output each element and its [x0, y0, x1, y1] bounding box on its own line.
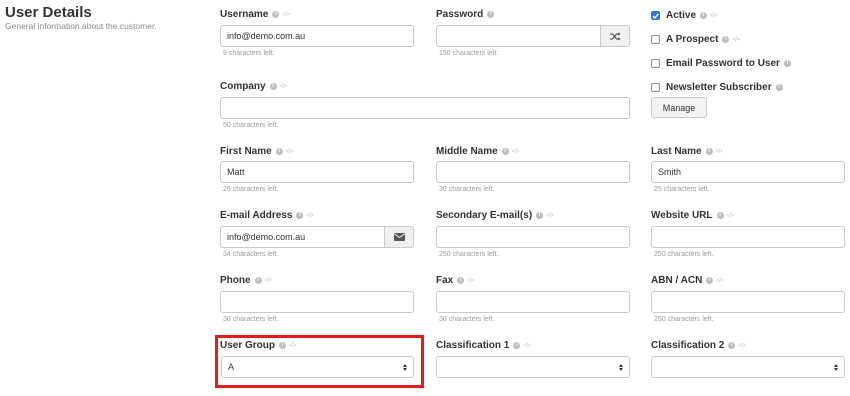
sort-caret-icon — [619, 363, 623, 371]
first-name-label: First Name i </> — [220, 146, 293, 157]
email-password-checkbox-row[interactable]: Email Password to User i — [651, 58, 791, 69]
abn-help: 250 characters left. — [654, 316, 714, 323]
username-label: Username i </> — [220, 9, 290, 20]
section-title: User Details — [5, 4, 92, 21]
first-name-help: 26 characters left. — [223, 186, 279, 193]
middle-name-label: Middle Name i </> — [436, 146, 519, 157]
info-icon[interactable]: i — [275, 148, 283, 155]
company-help: 50 characters left. — [223, 122, 279, 129]
code-icon[interactable]: </> — [710, 13, 718, 19]
secondary-email-label: Secondary E-mail(s) i </> — [436, 210, 554, 221]
code-icon[interactable]: </> — [738, 343, 746, 349]
abn-input[interactable] — [651, 291, 845, 313]
code-icon[interactable]: </> — [306, 213, 314, 219]
info-icon[interactable]: i — [775, 84, 783, 91]
check-icon — [652, 13, 659, 19]
fax-help: 30 characters left. — [439, 316, 495, 323]
code-icon[interactable]: </> — [286, 149, 294, 155]
code-icon[interactable]: </> — [282, 12, 290, 18]
code-icon[interactable]: </> — [727, 213, 735, 219]
info-icon[interactable]: i — [501, 148, 509, 155]
code-icon[interactable]: </> — [289, 343, 297, 349]
prospect-checkbox[interactable] — [651, 35, 660, 44]
info-icon[interactable]: i — [722, 36, 730, 43]
active-checkbox[interactable] — [651, 11, 660, 20]
info-icon[interactable]: i — [728, 342, 736, 349]
info-icon[interactable]: i — [536, 212, 544, 219]
generate-password-button[interactable] — [601, 25, 630, 47]
classification2-select[interactable] — [651, 356, 845, 378]
middle-name-input[interactable] — [436, 161, 630, 183]
password-help: 150 characters left. — [439, 50, 499, 57]
info-icon[interactable]: i — [269, 83, 277, 90]
code-icon[interactable]: </> — [546, 213, 554, 219]
user-group-select[interactable]: A — [221, 356, 414, 378]
info-icon[interactable]: i — [254, 277, 262, 284]
manage-button[interactable]: Manage — [651, 97, 707, 118]
username-help: 9 characters left. — [223, 50, 275, 57]
password-label: Password i — [436, 9, 495, 20]
section-subtitle: General information about the customer. — [5, 21, 157, 31]
email-label: E-mail Address i </> — [220, 210, 314, 221]
classification2-label: Classification 2 i </> — [651, 340, 746, 351]
phone-help: 30 characters left. — [223, 316, 279, 323]
password-input[interactable] — [436, 25, 601, 47]
website-input[interactable] — [651, 226, 845, 248]
info-icon[interactable]: i — [457, 277, 465, 284]
send-email-button[interactable] — [385, 226, 414, 248]
email-help: 34 characters left. — [223, 251, 279, 258]
sort-caret-icon — [403, 363, 407, 371]
info-icon[interactable]: i — [513, 342, 521, 349]
code-icon[interactable]: </> — [732, 37, 740, 43]
shuffle-icon — [609, 32, 620, 40]
info-icon[interactable]: i — [272, 11, 280, 18]
prospect-checkbox-row[interactable]: A Prospect i </> — [651, 34, 740, 45]
info-icon[interactable]: i — [487, 11, 495, 18]
info-icon[interactable]: i — [700, 12, 708, 19]
last-name-label: Last Name i </> — [651, 146, 723, 157]
middle-name-help: 30 characters left. — [439, 186, 495, 193]
email-input[interactable]: info@demo.com.au — [220, 226, 385, 248]
email-password-checkbox[interactable] — [651, 59, 660, 68]
envelope-icon — [393, 233, 405, 241]
website-help: 250 characters left. — [654, 251, 714, 258]
classification1-label: Classification 1 i </> — [436, 340, 531, 351]
info-icon[interactable]: i — [783, 60, 791, 67]
company-input[interactable] — [220, 97, 630, 119]
secondary-email-input[interactable] — [436, 226, 630, 248]
info-icon[interactable]: i — [705, 148, 713, 155]
newsletter-checkbox-row[interactable]: Newsletter Subscriber i — [651, 82, 783, 93]
first-name-input[interactable]: Matt — [220, 161, 414, 183]
code-icon[interactable]: </> — [512, 149, 520, 155]
code-icon[interactable]: </> — [265, 278, 273, 284]
code-icon[interactable]: </> — [280, 84, 288, 90]
sort-caret-icon — [834, 363, 838, 371]
secondary-email-help: 250 characters left. — [439, 251, 499, 258]
phone-input[interactable] — [220, 291, 414, 313]
code-icon[interactable]: </> — [716, 149, 724, 155]
info-icon[interactable]: i — [716, 212, 724, 219]
website-label: Website URL i </> — [651, 210, 734, 221]
last-name-help: 25 characters left. — [654, 186, 710, 193]
username-input[interactable]: info@demo.com.au — [220, 25, 414, 47]
code-icon[interactable]: </> — [523, 343, 531, 349]
phone-label: Phone i </> — [220, 275, 272, 286]
fax-input[interactable] — [436, 291, 630, 313]
info-icon[interactable]: i — [706, 277, 714, 284]
company-label: Company i </> — [220, 81, 287, 92]
code-icon[interactable]: </> — [467, 278, 475, 284]
info-icon[interactable]: i — [279, 342, 287, 349]
abn-label: ABN / ACN i </> — [651, 275, 724, 286]
code-icon[interactable]: </> — [716, 278, 724, 284]
last-name-input[interactable]: Smith — [651, 161, 845, 183]
classification1-select[interactable] — [436, 356, 630, 378]
active-checkbox-row[interactable]: Active i </> — [651, 10, 718, 21]
fax-label: Fax i </> — [436, 275, 475, 286]
user-group-label: User Group i </> — [220, 340, 297, 351]
info-icon[interactable]: i — [296, 212, 304, 219]
newsletter-checkbox[interactable] — [651, 83, 660, 92]
